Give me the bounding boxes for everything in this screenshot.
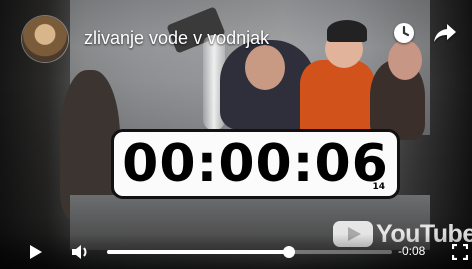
channel-avatar[interactable] — [22, 16, 68, 62]
video-scene-person — [300, 60, 375, 140]
video-scene-person — [388, 40, 422, 80]
video-player[interactable]: zlivanje vode v vodnjak 00:00:06 14 YouT… — [0, 0, 472, 269]
time-remaining: -0:08 — [398, 244, 426, 258]
video-scene-cap — [327, 20, 367, 42]
play-icon — [30, 245, 42, 259]
progress-bar[interactable] — [107, 246, 392, 258]
video-scene-person — [245, 45, 285, 90]
timer-overlay: 00:00:06 14 — [111, 129, 400, 199]
timer-frames: 14 — [372, 182, 385, 192]
share-button[interactable] — [432, 20, 458, 46]
volume-icon — [72, 245, 87, 259]
fullscreen-button[interactable] — [449, 243, 471, 261]
share-arrow-icon — [434, 24, 456, 42]
video-title[interactable]: zlivanje vode v vodnjak — [84, 28, 269, 49]
volume-button[interactable] — [70, 243, 92, 261]
watch-later-button[interactable] — [391, 20, 417, 46]
fullscreen-icon — [452, 244, 468, 260]
play-button[interactable] — [25, 243, 47, 261]
timer-display: 00:00:06 — [122, 134, 389, 194]
progress-played — [107, 250, 290, 254]
clock-icon — [394, 23, 414, 43]
